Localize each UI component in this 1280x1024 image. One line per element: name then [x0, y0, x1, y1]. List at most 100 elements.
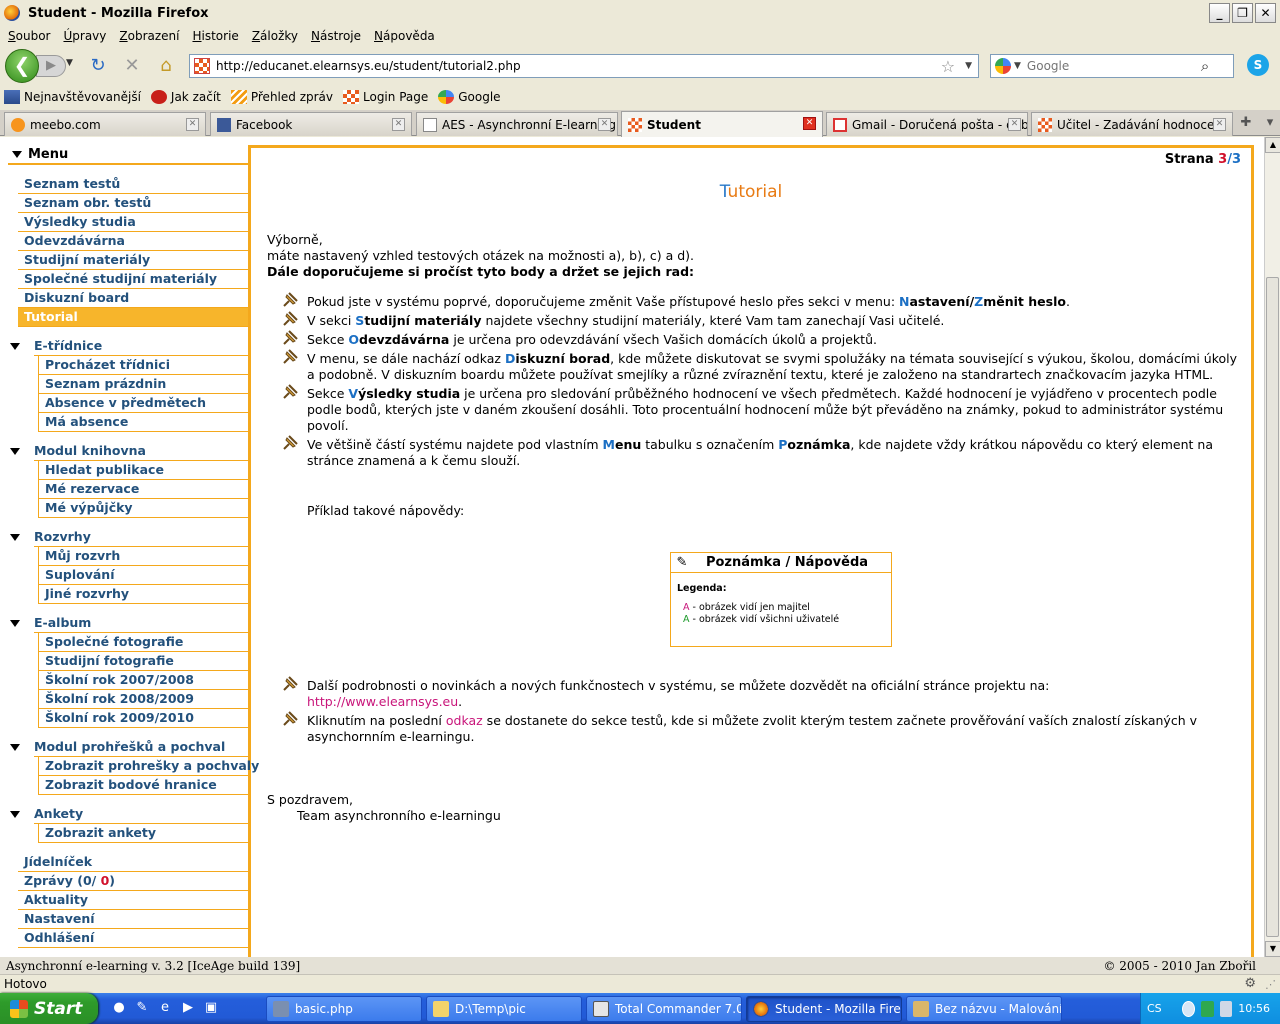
tab-facebook[interactable]: Facebook ✕	[210, 112, 412, 136]
sidebar-item-nastaveni[interactable]: Nastavení	[18, 910, 248, 929]
sidebar-group-e-tridnice[interactable]: E-třídnice	[8, 337, 248, 356]
sidebar-group-rozvrhy[interactable]: Rozvrhy	[8, 528, 248, 547]
sidebar-item-seznam-prazdnin[interactable]: Seznam prázdnin	[38, 375, 248, 394]
tab-student[interactable]: Student ✕	[621, 111, 823, 137]
project-link[interactable]: http://www.elearnsys.eu	[307, 694, 458, 709]
sidebar-group-modul-knihovna[interactable]: Modul knihovna	[8, 442, 248, 461]
close-tab-icon[interactable]: ✕	[598, 118, 611, 131]
tab-list-icon[interactable]: ▾	[1258, 113, 1280, 133]
bookmark-prehled-zprav[interactable]: Přehled zpráv	[230, 90, 333, 104]
resize-grip-icon[interactable]: ⋰	[1265, 978, 1276, 991]
sidebar-item-zpravy[interactable]: Zprávy (0/ 0)	[18, 872, 248, 891]
menu-napoveda[interactable]: Nápověda	[372, 29, 446, 43]
close-tab-icon[interactable]: ✕	[186, 118, 199, 131]
tab-gmail[interactable]: Gmail - Doručená pošta - dob... ✕	[826, 112, 1028, 136]
url-text[interactable]: http://educanet.elearnsys.eu/student/tut…	[216, 59, 941, 73]
sidebar-item-spolecne-materialy[interactable]: Společné studijní materiály	[18, 270, 248, 289]
pen-quicklaunch-icon[interactable]: ✎	[133, 999, 151, 1017]
task-basic-php[interactable]: basic.php	[266, 996, 422, 1022]
tray-network-icon[interactable]	[1219, 1000, 1233, 1017]
stop-icon[interactable]: ✕	[121, 55, 143, 77]
sidebar-item-tutorial[interactable]: Tutorial	[18, 308, 248, 327]
bookmark-most-visited[interactable]: Nejnavštěvovanější	[4, 90, 141, 104]
tab-ucitel[interactable]: Učitel - Zadávání hodnocení ✕	[1031, 112, 1233, 136]
sidebar-item-bodove-hranice[interactable]: Zobrazit bodové hranice	[38, 776, 248, 795]
tray-v-icon[interactable]	[1200, 1000, 1214, 1017]
sidebar-item-diskuzni-board[interactable]: Diskuzní board	[18, 289, 248, 308]
close-tab-icon[interactable]: ✕	[1008, 118, 1021, 131]
vertical-scrollbar[interactable]: ▲ ▼	[1264, 137, 1280, 957]
history-dropdown-icon[interactable]: ▼	[66, 58, 73, 68]
close-tab-icon[interactable]: ✕	[803, 117, 816, 130]
sidebar-item-vysledky-studia[interactable]: Výsledky studia	[18, 213, 248, 232]
home-icon[interactable]: ⌂	[155, 55, 177, 77]
forward-button[interactable]: ▶	[36, 55, 66, 77]
search-bar[interactable]: ▼ ⌕	[990, 54, 1234, 78]
menu-upravy[interactable]: Úpravy	[61, 29, 117, 43]
menu-soubor[interactable]: Soubor	[6, 29, 61, 43]
tab-meebo[interactable]: meebo.com ✕	[4, 112, 206, 136]
sidebar-item-absence-v-predmetech[interactable]: Absence v předmětech	[38, 394, 248, 413]
bookmark-star-icon[interactable]: ☆	[941, 57, 955, 76]
sidebar-item-odhlaseni[interactable]: Odhlášení	[18, 929, 248, 948]
new-tab-icon[interactable]: ✚	[1234, 113, 1258, 133]
sidebar-group-prohresky[interactable]: Modul prohřešků a pochval	[8, 738, 248, 757]
task-temp-pic[interactable]: D:\Temp\pic	[426, 996, 582, 1022]
url-dropdown-icon[interactable]: ▼	[965, 61, 972, 71]
language-indicator[interactable]: CS	[1147, 1002, 1162, 1015]
menu-zalozky[interactable]: Záložky	[250, 29, 309, 43]
sidebar-item-studijni-fotografie[interactable]: Studijní fotografie	[38, 652, 248, 671]
bookmark-google[interactable]: Google	[438, 90, 501, 104]
sidebar-item-zobrazit-ankety[interactable]: Zobrazit ankety	[38, 824, 248, 843]
maximize-button[interactable]: ❐	[1232, 3, 1253, 23]
sidebar-item-seznam-testu[interactable]: Seznam testů	[18, 175, 248, 194]
sidebar-item-spolecne-fotografie[interactable]: Společné fotografie	[38, 633, 248, 652]
tab-aes[interactable]: AES - Asynchronní E-learning... ✕	[416, 112, 618, 136]
media-quicklaunch-icon[interactable]: ▶	[179, 999, 197, 1017]
sidebar-item-ma-absence[interactable]: Má absence	[38, 413, 248, 432]
firefox-quicklaunch-icon[interactable]: ●	[110, 999, 128, 1017]
search-icon[interactable]: ⌕	[1201, 57, 1209, 75]
google-icon[interactable]	[995, 58, 1011, 74]
search-engine-dropdown-icon[interactable]: ▼	[1014, 61, 1021, 71]
app-quicklaunch-icon[interactable]: ▣	[202, 999, 220, 1017]
menu-nastroje[interactable]: Nástroje	[309, 29, 372, 43]
sidebar-item-odevzdavarna[interactable]: Odevzdávárna	[18, 232, 248, 251]
close-tab-icon[interactable]: ✕	[392, 118, 405, 131]
minimize-button[interactable]: _	[1209, 3, 1230, 23]
skype-icon[interactable]: S	[1247, 54, 1269, 76]
ie-quicklaunch-icon[interactable]: e	[156, 999, 174, 1017]
sidebar-group-e-album[interactable]: E-album	[8, 614, 248, 633]
url-bar[interactable]: http://educanet.elearnsys.eu/student/tut…	[189, 54, 979, 78]
task-total-commander[interactable]: Total Commander 7.0...	[586, 996, 742, 1022]
sidebar-item-prochazet-tridnici[interactable]: Procházet třídnici	[38, 356, 248, 375]
sidebar-item-jidelnicek[interactable]: Jídelníček	[18, 853, 248, 872]
scroll-up-icon[interactable]: ▲	[1265, 137, 1280, 153]
tests-link[interactable]: odkaz	[446, 713, 483, 728]
sidebar-item-jine-rozvrhy[interactable]: Jiné rozvrhy	[38, 585, 248, 604]
sidebar-item-me-rezervace[interactable]: Mé rezervace	[38, 480, 248, 499]
sidebar-item-aktuality[interactable]: Aktuality	[18, 891, 248, 910]
sidebar-item-muj-rozvrh[interactable]: Můj rozvrh	[38, 547, 248, 566]
task-paint[interactable]: Bez názvu - Malování	[906, 996, 1062, 1022]
bookmark-login-page[interactable]: Login Page	[343, 90, 428, 104]
sidebar-item-me-vypujcky[interactable]: Mé výpůjčky	[38, 499, 248, 518]
sidebar-group-ankety[interactable]: Ankety	[8, 805, 248, 824]
scroll-down-icon[interactable]: ▼	[1265, 941, 1280, 957]
gear-icon[interactable]: ⚙	[1244, 976, 1256, 991]
sidebar-item-seznam-obr-testu[interactable]: Seznam obr. testů	[18, 194, 248, 213]
sidebar-item-skolni-rok-2008[interactable]: Školní rok 2008/2009	[38, 690, 248, 709]
scroll-thumb[interactable]	[1266, 277, 1279, 937]
task-firefox[interactable]: Student - Mozilla Firefox	[746, 996, 902, 1022]
reload-icon[interactable]: ↻	[87, 55, 109, 77]
sidebar-item-skolni-rok-2007[interactable]: Školní rok 2007/2008	[38, 671, 248, 690]
search-input[interactable]	[1026, 59, 1197, 73]
bookmark-jak-zacit[interactable]: Jak začít	[150, 90, 221, 104]
sidebar-item-suplovani[interactable]: Suplování	[38, 566, 248, 585]
menu-header[interactable]: Menu	[8, 145, 248, 165]
sidebar-item-zobrazit-prohresky[interactable]: Zobrazit prohrešky a pochvaly	[38, 757, 259, 776]
menu-historie[interactable]: Historie	[190, 29, 249, 43]
start-button[interactable]: Start	[0, 993, 98, 1024]
sidebar-item-skolni-rok-2009[interactable]: Školní rok 2009/2010	[38, 709, 248, 728]
close-window-button[interactable]: ✕	[1255, 3, 1276, 23]
